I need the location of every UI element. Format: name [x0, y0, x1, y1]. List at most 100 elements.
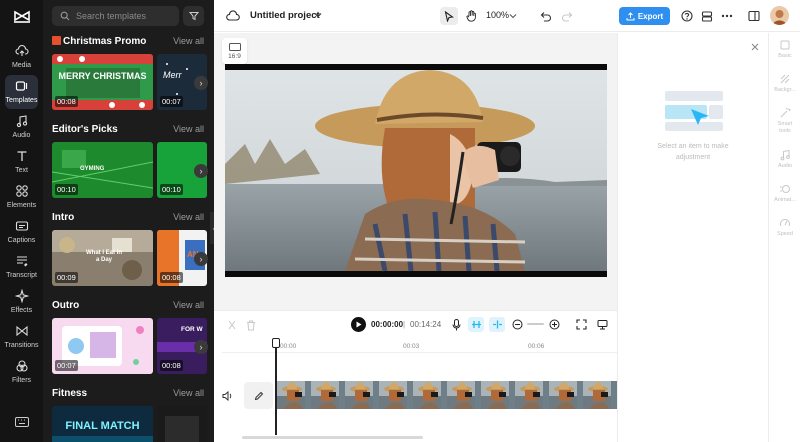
scroll-right-button[interactable]: ›: [194, 340, 208, 354]
rail-item-audio[interactable]: Audio: [5, 110, 38, 144]
scroll-right-button[interactable]: ›: [194, 164, 208, 178]
thumb-text: Merr: [163, 70, 182, 80]
chevron-down-icon[interactable]: [509, 12, 517, 20]
keyboard-shortcuts-icon[interactable]: [15, 417, 29, 427]
ruler-label: 00:00: [280, 343, 297, 350]
rail-item-transitions[interactable]: Transitions: [5, 320, 39, 354]
template-thumb[interactable]: 00:07: [52, 318, 153, 374]
section-title-intro: Intro: [52, 212, 75, 223]
template-thumb[interactable]: MERRY CHRISTMAS 00:08: [52, 54, 153, 110]
help-icon[interactable]: [680, 9, 694, 23]
side-tab-smart-tools[interactable]: Smart tools: [769, 107, 800, 135]
close-icon[interactable]: [750, 42, 759, 51]
delete-icon[interactable]: [245, 319, 257, 331]
microphone-icon[interactable]: [450, 318, 462, 331]
scroll-right-button[interactable]: ›: [194, 252, 208, 266]
fit-icon[interactable]: [575, 318, 587, 330]
side-tab-background[interactable]: Backgr...: [769, 73, 800, 93]
aspect-ratio-button[interactable]: 16:9: [222, 38, 247, 64]
template-thumb[interactable]: GYMING 00:10: [52, 142, 153, 198]
redo-icon[interactable]: [560, 9, 574, 23]
side-tab-speed[interactable]: Speed: [769, 217, 800, 237]
hand-tool-button[interactable]: [462, 7, 480, 25]
section-title-outro: Outro: [52, 300, 80, 311]
capcut-logo[interactable]: [13, 9, 31, 25]
cloud-save-icon[interactable]: [226, 9, 240, 23]
rail-label: Media: [11, 62, 32, 69]
timeline-scrollbar[interactable]: [242, 436, 423, 439]
video-preview[interactable]: [225, 64, 607, 277]
rail-label: Filters: [11, 377, 32, 384]
template-thumb[interactable]: What I Eat In a Day 00:09: [52, 230, 153, 286]
view-all-christmas[interactable]: View all: [173, 36, 204, 46]
rail-item-text[interactable]: Text: [5, 145, 38, 179]
volume-icon[interactable]: [221, 390, 233, 402]
zoom-in-icon[interactable]: [548, 318, 560, 330]
scroll-right-button[interactable]: ›: [194, 76, 208, 90]
playhead-handle[interactable]: [272, 338, 280, 348]
layout-panel-icon[interactable]: [747, 9, 761, 23]
link-clips-button[interactable]: [489, 317, 505, 332]
select-tool-button[interactable]: [440, 7, 458, 25]
rail-label: Effects: [10, 307, 33, 314]
thumb-text: What I Eat In a Day: [86, 250, 122, 263]
zoom-level[interactable]: 100%: [486, 10, 509, 20]
filter-button[interactable]: [183, 6, 204, 26]
side-tab-animation[interactable]: Animat...: [769, 183, 800, 203]
video-clip[interactable]: [277, 381, 617, 409]
upload-icon: [626, 11, 635, 20]
project-title[interactable]: Untitled project: [250, 10, 320, 21]
view-all-editors-picks[interactable]: View all: [173, 124, 204, 134]
rail-item-captions[interactable]: Captions: [5, 215, 38, 249]
transitions-icon: [15, 325, 28, 337]
rail-item-elements[interactable]: Elements: [5, 180, 38, 214]
smart-tools-icon: [780, 107, 791, 118]
screen-icon[interactable]: [596, 318, 608, 330]
rail-item-transcript[interactable]: Transcript: [5, 250, 38, 284]
thumb-duration: 00:07: [55, 360, 78, 371]
playhead[interactable]: [275, 340, 277, 435]
view-all-outro[interactable]: View all: [173, 300, 204, 310]
ratio-label: 16:9: [228, 52, 241, 60]
rail-item-filters[interactable]: Filters: [5, 355, 38, 389]
side-tab-basic[interactable]: Basic: [769, 39, 800, 59]
view-all-intro[interactable]: View all: [173, 212, 204, 222]
play-button[interactable]: [351, 317, 366, 332]
template-thumb[interactable]: [157, 406, 207, 442]
template-thumb[interactable]: FINAL MATCH: [52, 406, 153, 442]
basic-icon: [780, 40, 790, 50]
undo-icon[interactable]: [539, 9, 553, 23]
search-templates-input[interactable]: Search templates: [52, 6, 179, 26]
thumb-duration: 00:09: [55, 272, 78, 283]
top-bar: Untitled project 100% Export: [214, 0, 800, 32]
avatar[interactable]: [770, 6, 789, 25]
split-icon[interactable]: [226, 319, 238, 331]
cursor-icon: [444, 10, 454, 22]
side-tab-audio[interactable]: Audio: [769, 149, 800, 169]
chevron-down-icon[interactable]: [314, 11, 322, 19]
select-item-illustration: [665, 91, 723, 131]
filters-icon: [15, 360, 28, 372]
transcript-icon: [16, 256, 27, 267]
gift-icon: [52, 36, 61, 45]
storage-icon[interactable]: [700, 9, 714, 23]
snap-icon: [471, 321, 481, 328]
edit-cover-button[interactable]: [244, 382, 273, 409]
view-all-fitness[interactable]: View all: [173, 388, 204, 398]
captions-icon: [15, 221, 28, 231]
rail-item-templates[interactable]: Templates: [5, 75, 38, 109]
rail-label: Captions: [7, 237, 36, 244]
rail-label: Audio: [12, 132, 31, 139]
thumb-duration: 00:08: [160, 360, 183, 371]
magnet-snap-button[interactable]: [468, 317, 484, 332]
zoom-out-icon[interactable]: [511, 318, 523, 330]
time-separator: |: [403, 320, 406, 329]
export-button[interactable]: Export: [619, 7, 670, 25]
more-icon[interactable]: [720, 9, 734, 23]
thumb-text: FOR W: [181, 326, 203, 333]
rail-item-media[interactable]: Media: [5, 40, 38, 74]
text-icon: [17, 151, 26, 161]
zoom-slider[interactable]: [527, 323, 544, 325]
templates-panel: Search templates Christmas Promo View al…: [43, 0, 214, 442]
rail-item-effects[interactable]: Effects: [5, 285, 38, 319]
